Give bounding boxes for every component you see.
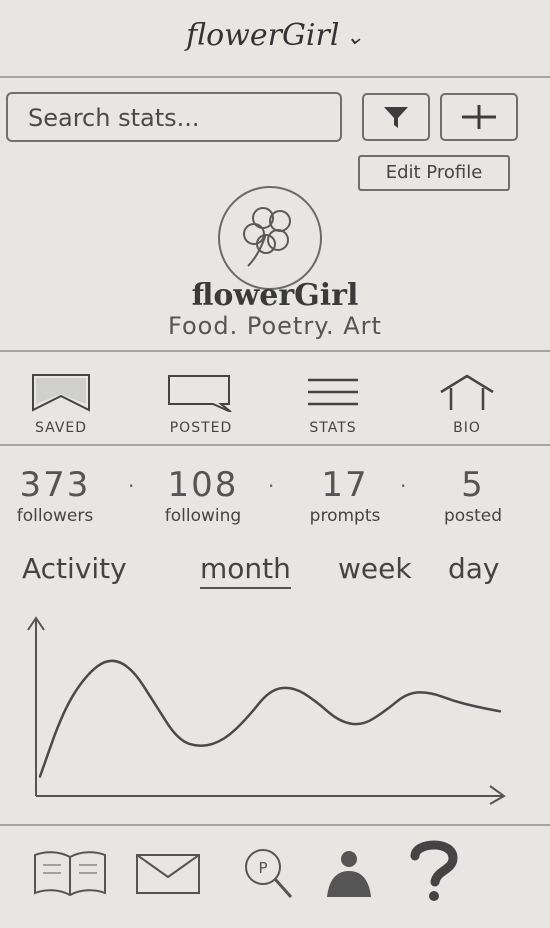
separator-dot: ·: [128, 474, 135, 498]
nav-saved-label: SAVED: [34, 420, 88, 436]
flower-icon: [243, 207, 291, 267]
edit-profile-button[interactable]: Edit Profile: [358, 155, 510, 191]
tab-day[interactable]: day: [448, 552, 500, 585]
stat-value: 108: [167, 465, 239, 505]
stat-label: prompts: [309, 506, 381, 526]
profile-bio: Food. Poetry. Art: [168, 312, 382, 340]
header-title: flowerGirl: [186, 18, 340, 53]
lines-icon: [308, 378, 358, 406]
nav-bio-label: BIO: [453, 420, 481, 436]
book-icon: [34, 851, 106, 897]
stat-value: 17: [321, 465, 369, 505]
stat-label: following: [164, 506, 242, 526]
stat-posted[interactable]: 5 posted: [418, 466, 528, 526]
stat-label: posted: [444, 506, 502, 526]
bottom-nav-book[interactable]: [30, 838, 110, 908]
bottom-nav-search[interactable]: P: [230, 836, 310, 906]
divider: [0, 350, 550, 352]
nav-stats-label: STATS: [309, 420, 357, 436]
tab-week[interactable]: week: [338, 552, 412, 585]
house-icon: [440, 374, 494, 410]
divider: [0, 444, 550, 446]
chevron-down-icon: ⌄: [345, 24, 364, 50]
separator-dot: ·: [400, 474, 407, 498]
bottom-nav-mail[interactable]: [128, 838, 208, 908]
stat-value: 5: [461, 465, 485, 505]
bottom-nav-profile[interactable]: [304, 838, 384, 908]
search-input[interactable]: [26, 102, 330, 134]
activity-chart: [27, 616, 506, 805]
add-button[interactable]: [440, 93, 518, 141]
profile-name: flowerGirl: [191, 278, 359, 313]
stat-following[interactable]: 108 following: [148, 466, 258, 526]
avatar[interactable]: [218, 186, 322, 290]
tab-month[interactable]: month: [200, 552, 291, 589]
stat-followers[interactable]: 373 followers: [0, 466, 110, 526]
nav-stats[interactable]: STATS: [278, 372, 388, 436]
nav-posted[interactable]: POSTED: [146, 372, 256, 436]
filter-button[interactable]: [362, 93, 430, 141]
svg-text:P: P: [258, 859, 267, 877]
search-prompt-icon: P: [245, 849, 293, 898]
account-switcher[interactable]: flowerGirl ⌄: [0, 18, 550, 53]
stat-prompts[interactable]: 17 prompts: [290, 466, 400, 526]
nav-bio[interactable]: BIO: [412, 372, 522, 436]
activity-heading: Activity: [22, 552, 127, 585]
x-axis: [36, 785, 506, 805]
profile-icon: [327, 851, 371, 897]
stat-label: followers: [16, 506, 94, 526]
bookmark-icon: [32, 374, 90, 412]
nav-posted-label: POSTED: [169, 420, 233, 436]
filter-icon: [384, 107, 408, 128]
speech-bubble-icon: [168, 375, 232, 413]
mail-icon: [136, 854, 200, 894]
bottom-nav-help[interactable]: [394, 834, 474, 904]
stat-value: 373: [19, 465, 91, 505]
divider: [0, 76, 550, 78]
divider: [0, 824, 550, 826]
nav-saved[interactable]: SAVED: [6, 372, 116, 436]
search-box[interactable]: [6, 92, 342, 142]
series-line: [38, 659, 502, 778]
separator-dot: ·: [268, 474, 275, 498]
help-icon: [410, 840, 458, 901]
plus-icon: [462, 105, 496, 129]
